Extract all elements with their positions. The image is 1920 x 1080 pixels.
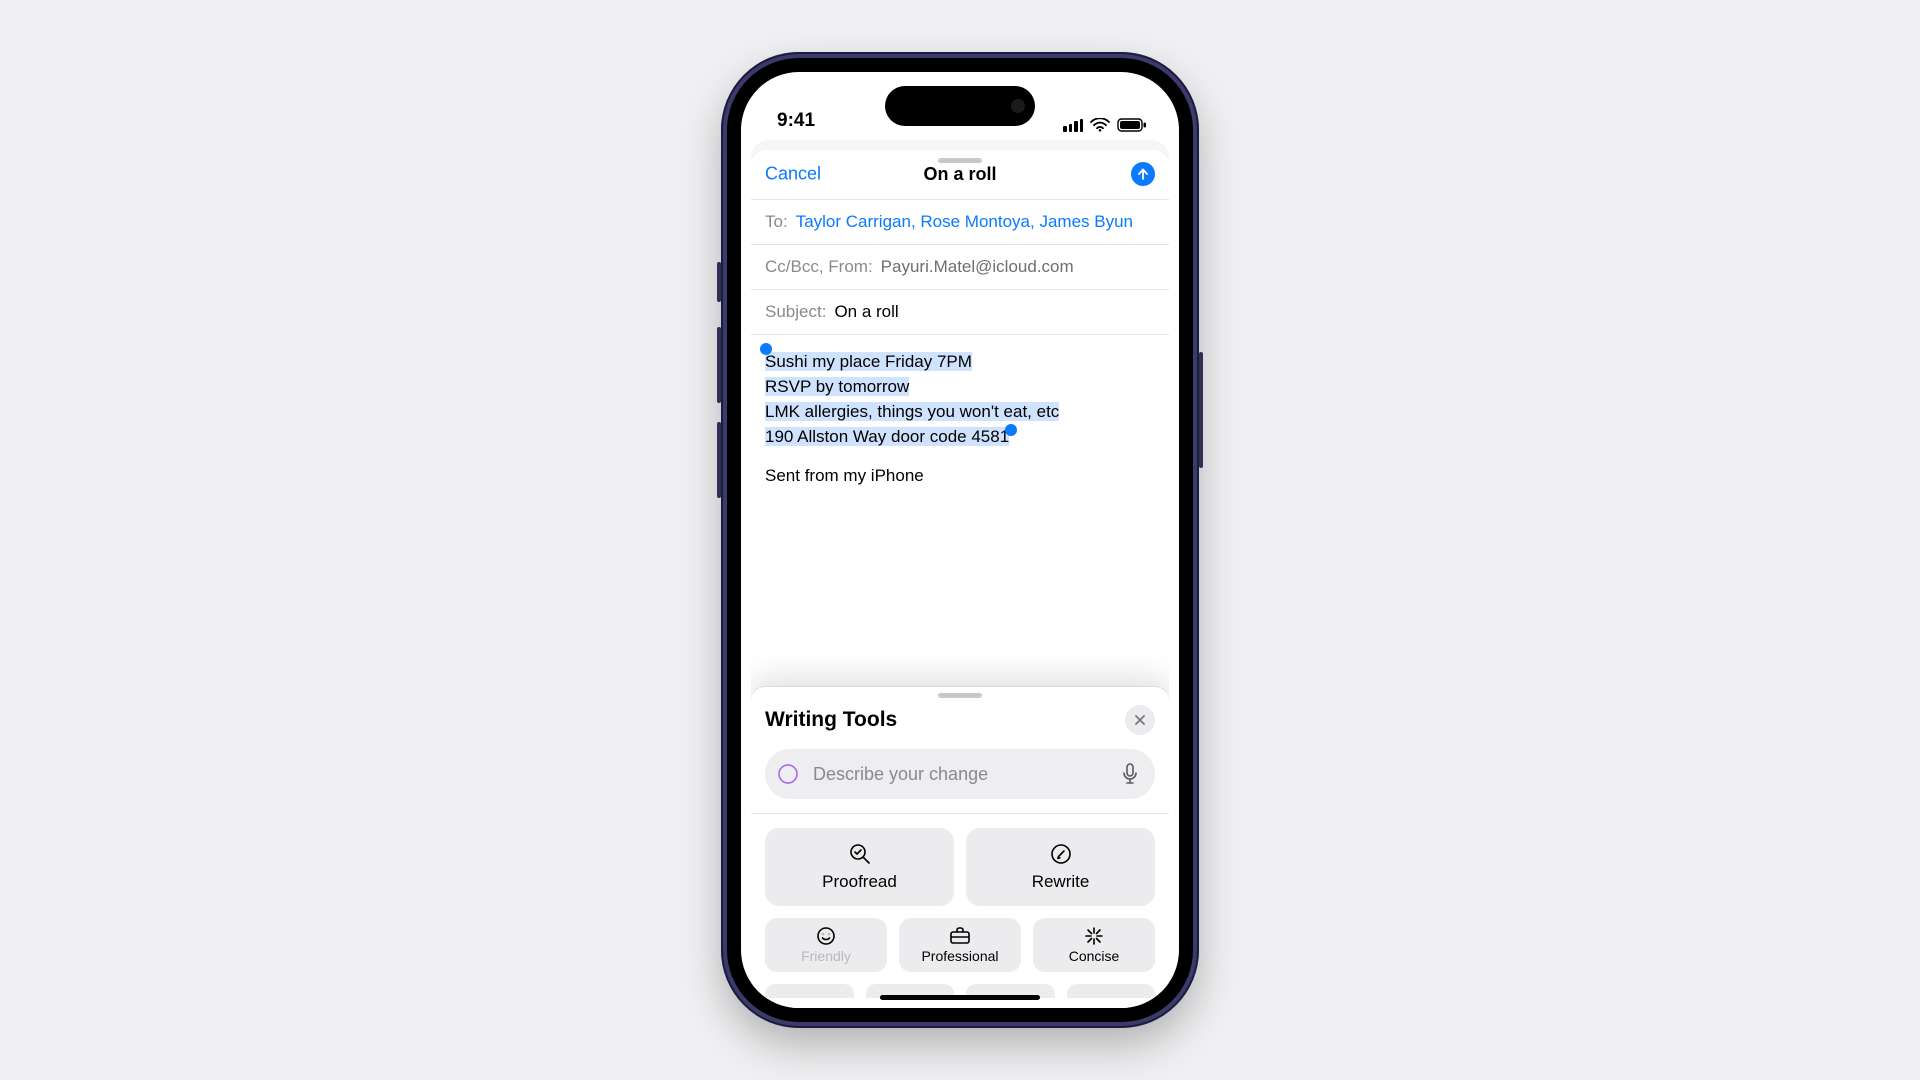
recipients[interactable]: Taylor Carrigan, Rose Montoya, James Byu… (796, 212, 1133, 232)
friendly-button[interactable]: Friendly (765, 918, 887, 972)
concise-button[interactable]: Concise (1033, 918, 1155, 972)
compose-sheet: Cancel On a roll To: Taylor Carrigan, Ro… (751, 150, 1169, 1008)
to-label: To: (765, 212, 788, 232)
volume-up-button (717, 327, 721, 403)
ccbcc-from-row[interactable]: Cc/Bcc, From: Payuri.Matel@icloud.com (751, 244, 1169, 289)
rewrite-icon (1049, 842, 1073, 866)
selected-text-line[interactable]: 190 Allston Way door code 4581 (765, 427, 1009, 446)
writing-tools-title: Writing Tools (765, 708, 897, 732)
professional-label: Professional (921, 948, 998, 964)
selected-text-line[interactable]: Sushi my place Friday 7PM (765, 352, 972, 371)
signature[interactable]: Sent from my iPhone (765, 463, 1155, 488)
ccbcc-label: Cc/Bcc, From: (765, 257, 873, 277)
cancel-button[interactable]: Cancel (765, 164, 821, 185)
apple-intelligence-icon (775, 761, 801, 787)
selected-text-line[interactable]: LMK allergies, things you won't eat, etc (765, 402, 1059, 421)
prompt-input[interactable] (811, 763, 1111, 786)
magnifier-check-icon (848, 842, 872, 866)
battery-icon (1117, 118, 1147, 132)
smile-icon (816, 926, 836, 946)
proofread-button[interactable]: Proofread (765, 828, 954, 906)
subject-row[interactable]: Subject: On a roll (751, 289, 1169, 334)
mic-icon[interactable] (1121, 763, 1139, 785)
status-icons (1063, 118, 1147, 132)
selected-text-line[interactable]: RSVP by tomorrow (765, 377, 909, 396)
prompt-field[interactable] (765, 749, 1155, 799)
close-icon (1134, 714, 1146, 726)
compose-title: On a roll (923, 164, 996, 185)
from-address: Payuri.Matel@icloud.com (881, 257, 1074, 277)
concise-icon (1084, 926, 1104, 946)
wifi-icon (1090, 118, 1110, 132)
writing-tools-sheet: Writing Tools (751, 687, 1169, 1008)
arrow-up-icon (1137, 168, 1149, 180)
volume-mute-switch (717, 262, 721, 302)
briefcase-icon (949, 926, 971, 946)
divider (751, 813, 1169, 814)
send-button[interactable] (1131, 162, 1155, 186)
professional-button[interactable]: Professional (899, 918, 1021, 972)
writing-tools-grabber[interactable] (938, 693, 982, 698)
side-button (1199, 352, 1203, 468)
subject-value[interactable]: On a roll (834, 302, 898, 322)
compose-header: Cancel On a roll (751, 150, 1169, 199)
selection-end-handle[interactable] (1005, 424, 1017, 436)
concise-label: Concise (1069, 948, 1120, 964)
close-button[interactable] (1125, 705, 1155, 735)
rewrite-button[interactable]: Rewrite (966, 828, 1155, 906)
friendly-label: Friendly (801, 948, 851, 964)
subject-label: Subject: (765, 302, 826, 322)
home-indicator[interactable] (880, 995, 1040, 1000)
recipients-row[interactable]: To: Taylor Carrigan, Rose Montoya, James… (751, 199, 1169, 244)
selection-start-handle[interactable] (760, 343, 772, 355)
volume-down-button (717, 422, 721, 498)
proofread-label: Proofread (822, 872, 897, 892)
dynamic-island (885, 86, 1035, 126)
cellular-icon (1063, 118, 1083, 132)
phone-screen: 9:41 (741, 72, 1179, 1008)
status-time: 9:41 (777, 110, 815, 132)
phone-bezel: 9:41 (727, 58, 1193, 1022)
phone-frame: 9:41 (721, 52, 1199, 1028)
rewrite-label: Rewrite (1032, 872, 1090, 892)
